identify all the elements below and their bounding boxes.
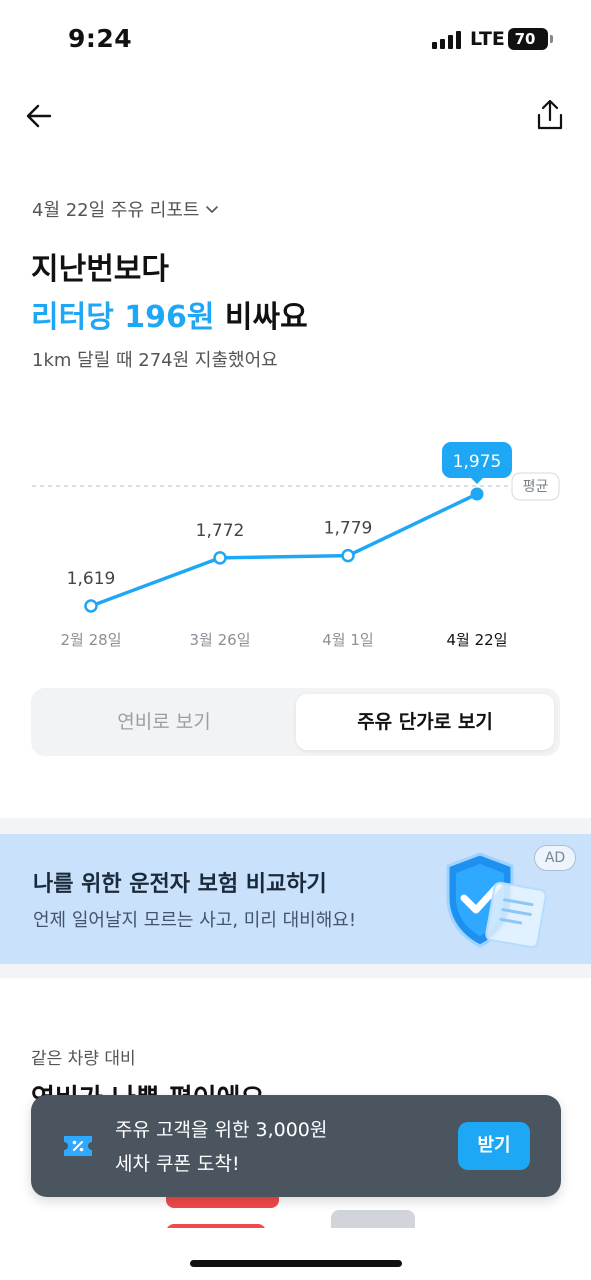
status-bar: 9:24 LTE 70 (0, 0, 591, 80)
headline-suffix: 비싸요 (214, 300, 308, 335)
x-tick-label: 2월 28일 (61, 631, 122, 649)
headline-line2: 리터당 196원 비싸요 (31, 292, 308, 336)
data-point (341, 548, 355, 563)
report-date-label: 4월 22일 주유 리포트 (32, 200, 200, 221)
share-button[interactable] (530, 96, 570, 136)
coupon-icon (64, 1136, 92, 1156)
data-point (213, 551, 227, 565)
section-divider (0, 818, 591, 834)
average-label: 평균 (523, 479, 549, 495)
toggle-unit-price-view[interactable]: 주유 단가로 보기 (296, 694, 554, 750)
data-label: 1,975 (453, 452, 502, 472)
data-label: 1,619 (67, 569, 116, 589)
receive-coupon-button[interactable]: 받기 (458, 1122, 530, 1170)
data-point (84, 599, 98, 613)
bottom-area (0, 1228, 591, 1280)
data-label: 1,779 (324, 519, 373, 539)
x-tick-label: 4월 1일 (322, 631, 373, 649)
ad-badge: AD (534, 845, 576, 871)
value-bubble-tail (471, 478, 483, 484)
home-indicator (190, 1260, 402, 1267)
view-toggle: 연비로 보기 주유 단가로 보기 (31, 688, 560, 756)
headline-line1: 지난번보다 (31, 252, 169, 287)
headline-highlight: 리터당 196원 (31, 300, 215, 335)
fuel-price-line-chart: 평균 1,619 2월 28일 1,772 3월 26일 1,779 4월 1일 1,975 4… (32, 442, 560, 649)
compare-label: 같은 차량 대비 (31, 1049, 136, 1069)
insurance-ad-banner[interactable]: 나를 위한 운전자 보험 비교하기 언제 일어날지 모르는 사고, 미리 대비해… (0, 834, 591, 964)
data-label: 1,772 (196, 521, 245, 541)
signal-icon (432, 31, 464, 49)
share-icon (537, 99, 563, 130)
toast-message-line2: 세차 쿠폰 도착! (115, 1153, 240, 1175)
toast-message-line1: 주유 고객을 위한 3,000원 (115, 1119, 328, 1141)
status-time: 9:24 (68, 24, 133, 53)
back-button[interactable] (20, 96, 60, 136)
network-label: LTE (470, 28, 505, 50)
toggle-efficiency-view[interactable]: 연비로 보기 (35, 694, 293, 750)
headline-subline: 1km 달릴 때 274원 지출했어요 (32, 350, 278, 371)
series-line (89, 492, 479, 608)
section-divider (0, 964, 591, 978)
x-tick-label: 3월 26일 (190, 631, 251, 649)
report-date-selector[interactable]: 4월 22일 주유 리포트 (32, 196, 219, 222)
top-nav (0, 88, 591, 144)
ad-title: 나를 위한 운전자 보험 비교하기 (33, 872, 327, 897)
x-tick-label: 4월 22일 (447, 631, 508, 649)
data-point (470, 487, 484, 501)
coupon-toast[interactable]: 주유 고객을 위한 3,000원 세차 쿠폰 도착! 받기 (31, 1095, 561, 1197)
battery-icon: 70 (508, 28, 553, 50)
battery-level: 70 (514, 30, 536, 48)
chevron-down-icon (206, 206, 219, 213)
arrow-left-icon (26, 104, 52, 128)
ad-subtitle: 언제 일어날지 모르는 사고, 미리 대비해요! (33, 910, 357, 931)
